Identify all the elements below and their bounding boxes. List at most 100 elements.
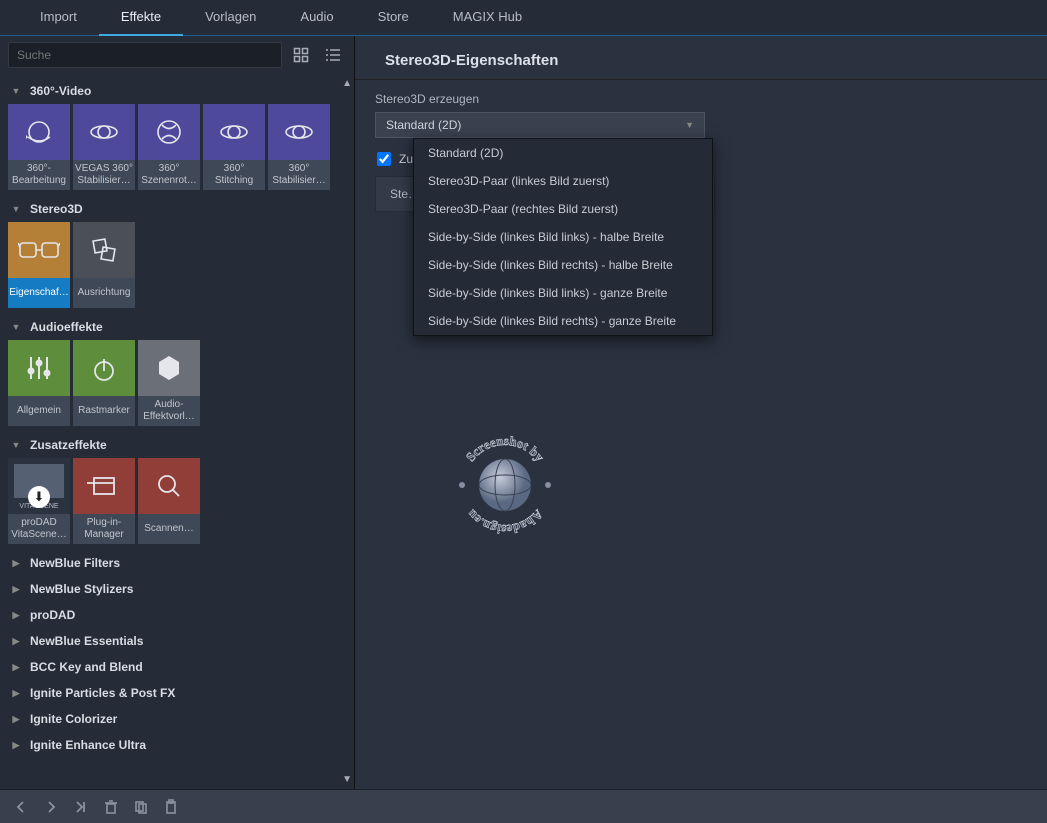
option-sbs-left-half[interactable]: Side-by-Side (linkes Bild links) - halbe… <box>414 223 712 251</box>
tile-scannen[interactable]: Scannen… <box>138 458 200 544</box>
category-label: Stereo3D <box>30 202 83 216</box>
option-pair-left-first[interactable]: Stereo3D-Paar (linkes Bild zuerst) <box>414 167 712 195</box>
watermark: Screenshot by Ahadesign.eu <box>450 430 560 540</box>
paste-icon[interactable] <box>158 795 184 819</box>
chevron-right-icon: ▶ <box>10 714 22 725</box>
chevron-down-icon: ▼ <box>10 86 22 96</box>
tile-label: 360° Szenenrot… <box>138 160 200 190</box>
tile-plugin-manager[interactable]: Plug-in-Manager <box>73 458 135 544</box>
category-prodad[interactable]: ▶ proDAD <box>6 602 348 628</box>
option-sbs-right-half[interactable]: Side-by-Side (linkes Bild rechts) - halb… <box>414 251 712 279</box>
tile-prodad-vitascene[interactable]: VITASCENE ⬇ proDAD VitaScene… <box>8 458 70 544</box>
tile-eigenschaften[interactable]: Eigenschaf… <box>8 222 70 308</box>
category-audioeffekte[interactable]: ▼ Audioeffekte <box>6 314 348 340</box>
option-pair-right-first[interactable]: Stereo3D-Paar (rechtes Bild zuerst) <box>414 195 712 223</box>
category-ignite-colorizer[interactable]: ▶ Ignite Colorizer <box>6 706 348 732</box>
option-sbs-right-full[interactable]: Side-by-Side (linkes Bild rechts) - ganz… <box>414 307 712 335</box>
tile-vegas-360-stab[interactable]: VEGAS 360° Stabilisier… <box>73 104 135 190</box>
tab-import[interactable]: Import <box>18 0 99 36</box>
category-label: Ignite Particles & Post FX <box>30 686 175 700</box>
category-newblue-filters[interactable]: ▶ NewBlue Filters <box>6 550 348 576</box>
tile-label: 360° Stabilisier… <box>268 160 330 190</box>
chevron-down-icon: ▼ <box>685 120 694 130</box>
tile-label: Scannen… <box>138 514 200 544</box>
chevron-down-icon: ▼ <box>10 322 22 332</box>
category-label: Zusatzeffekte <box>30 438 107 452</box>
category-label: NewBlue Filters <box>30 556 120 570</box>
chevron-right-icon: ▶ <box>10 688 22 699</box>
tab-effekte[interactable]: Effekte <box>99 0 183 36</box>
checkbox-zu[interactable] <box>377 152 391 166</box>
tile-label: Eigenschaf… <box>8 278 70 308</box>
trash-icon[interactable] <box>98 795 124 819</box>
category-360-video[interactable]: ▼ 360°-Video <box>6 78 348 104</box>
list-view-icon[interactable] <box>320 42 346 68</box>
category-label: 360°-Video <box>30 84 91 98</box>
svg-text:Ahadesign.eu: Ahadesign.eu <box>464 507 547 537</box>
tile-label: Allgemein <box>8 396 70 426</box>
tab-store[interactable]: Store <box>356 0 431 36</box>
svg-text:Screenshot by: Screenshot by <box>463 433 548 465</box>
panel-title: Stereo3D-Eigenschaften <box>355 36 1047 80</box>
option-sbs-left-full[interactable]: Side-by-Side (linkes Bild links) - ganze… <box>414 279 712 307</box>
stereo3d-mode-dropdown[interactable]: Standard (2D) ▼ <box>375 112 705 138</box>
tile-360-bearbeitung[interactable]: 360°-Bearbeitung <box>8 104 70 190</box>
tab-vorlagen[interactable]: Vorlagen <box>183 0 278 36</box>
tile-ausrichtung[interactable]: Ausrichtung <box>73 222 135 308</box>
tile-label: 360° Stitching <box>203 160 265 190</box>
jump-icon[interactable] <box>68 795 94 819</box>
tile-allgemein[interactable]: Allgemein <box>8 340 70 426</box>
category-ignite-enhance[interactable]: ▶ Ignite Enhance Ultra <box>6 732 348 758</box>
forward-icon[interactable] <box>38 795 64 819</box>
category-label: Ignite Colorizer <box>30 712 117 726</box>
copy-icon[interactable] <box>128 795 154 819</box>
category-label: Audioeffekte <box>30 320 103 334</box>
effects-browser: ▲ ▼ 360°-Video 360°-Bearbeitung VEGAS <box>0 36 355 789</box>
tile-label: proDAD VitaScene… <box>8 514 70 544</box>
category-zusatzeffekte[interactable]: ▼ Zusatzeffekte <box>6 432 348 458</box>
tile-360-szenenrot[interactable]: 360° Szenenrot… <box>138 104 200 190</box>
category-label: BCC Key and Blend <box>30 660 143 674</box>
scroll-up-icon[interactable]: ▲ <box>342 78 352 89</box>
field-label-erzeugen: Stereo3D erzeugen <box>375 92 1027 106</box>
effects-tree[interactable]: ▲ ▼ 360°-Video 360°-Bearbeitung VEGAS <box>0 74 354 789</box>
chevron-right-icon: ▶ <box>10 740 22 751</box>
tab-magix-hub[interactable]: MAGIX Hub <box>431 0 544 36</box>
tile-360-stab2[interactable]: 360° Stabilisier… <box>268 104 330 190</box>
category-label: proDAD <box>30 608 75 622</box>
category-bcc-key-blend[interactable]: ▶ BCC Key and Blend <box>6 654 348 680</box>
chevron-right-icon: ▶ <box>10 584 22 595</box>
category-newblue-essentials[interactable]: ▶NewBlue Essentials <box>6 628 348 654</box>
category-newblue-stylizers[interactable]: ▶ NewBlue Stylizers <box>6 576 348 602</box>
tile-audio-effektvorl[interactable]: Audio-Effektvorl… <box>138 340 200 426</box>
category-stereo3d[interactable]: ▼ Stereo3D <box>6 196 348 222</box>
search-input[interactable] <box>8 42 282 68</box>
chevron-right-icon: ▶ <box>10 636 22 647</box>
category-label: NewBlue Stylizers <box>30 582 133 596</box>
scroll-down-icon[interactable]: ▼ <box>342 774 352 785</box>
tile-label: Rastmarker <box>73 396 135 426</box>
tile-rastmarker[interactable]: Rastmarker <box>73 340 135 426</box>
chevron-down-icon: ▼ <box>10 204 22 214</box>
chevron-down-icon: ▼ <box>10 440 22 450</box>
properties-panel: Stereo3D-Eigenschaften Stereo3D erzeugen… <box>355 36 1047 789</box>
tile-label: Audio-Effektvorl… <box>138 396 200 426</box>
tab-audio[interactable]: Audio <box>278 0 355 36</box>
tile-label: Ausrichtung <box>73 278 135 308</box>
back-icon[interactable] <box>8 795 34 819</box>
footer-toolbar <box>0 789 1047 823</box>
category-label: Ignite Enhance Ultra <box>30 738 146 752</box>
chevron-right-icon: ▶ <box>10 558 22 569</box>
tile-label: VEGAS 360° Stabilisier… <box>73 160 135 190</box>
chevron-right-icon: ▶ <box>10 662 22 673</box>
tile-360-stitching[interactable]: 360° Stitching <box>203 104 265 190</box>
dropdown-options: Standard (2D) Stereo3D-Paar (linkes Bild… <box>413 138 713 336</box>
grid-view-icon[interactable] <box>288 42 314 68</box>
dropdown-value: Standard (2D) <box>386 118 461 132</box>
option-standard-2d[interactable]: Standard (2D) <box>414 139 712 167</box>
category-ignite-particles[interactable]: ▶ Ignite Particles & Post FX <box>6 680 348 706</box>
tile-label: 360°-Bearbeitung <box>8 160 70 190</box>
chevron-right-icon: ▶ <box>10 610 22 621</box>
search-row <box>0 36 354 74</box>
top-nav: Import Effekte Vorlagen Audio Store MAGI… <box>0 0 1047 36</box>
